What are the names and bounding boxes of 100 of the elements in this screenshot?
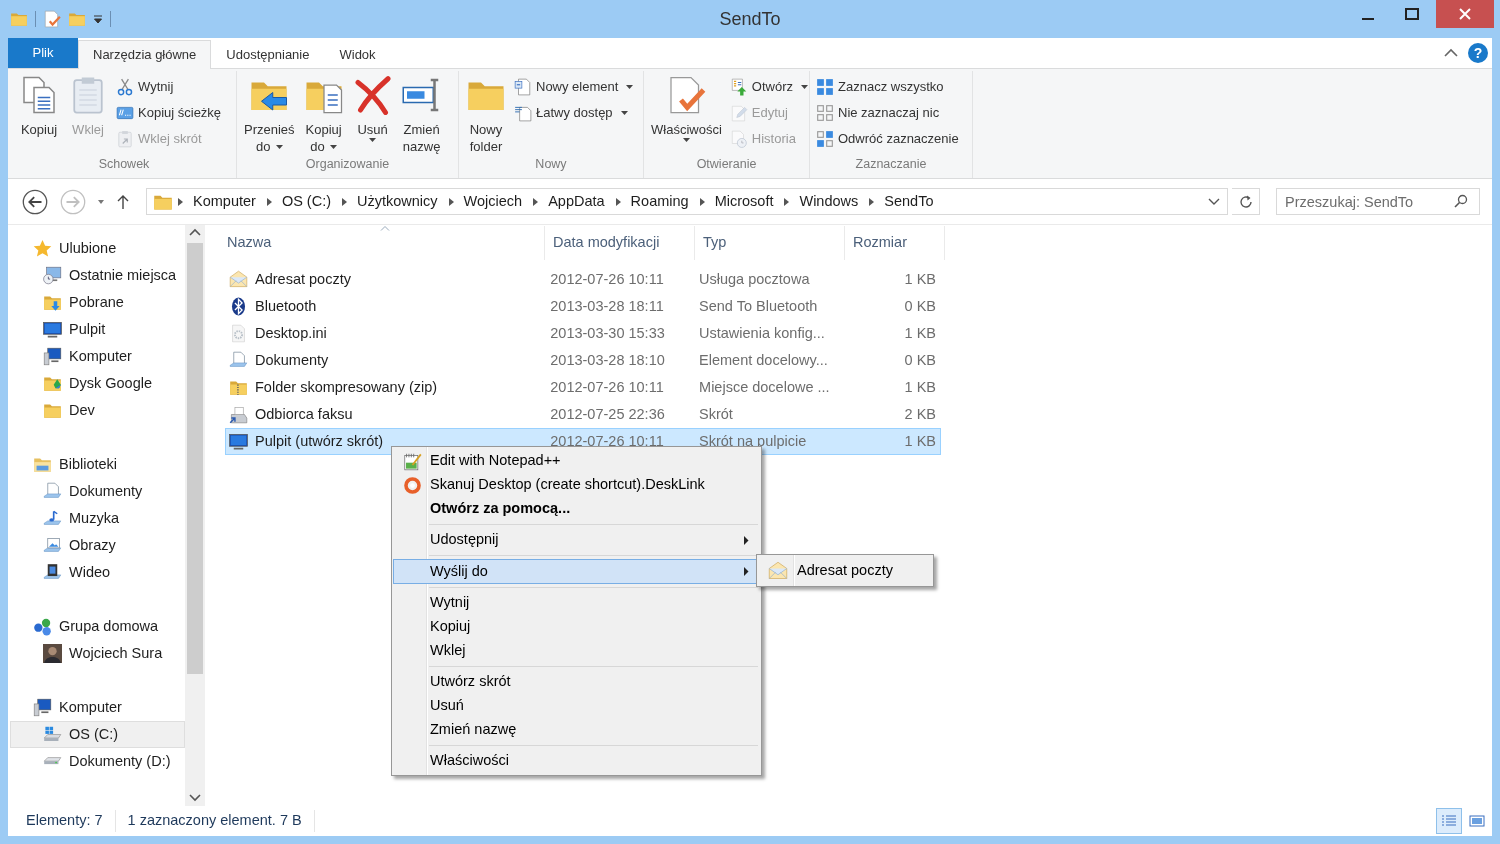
ribbon-button[interactable]: Kopiuj (15, 71, 63, 156)
ribbon-button[interactable]: Łatwy dostęp (511, 100, 637, 126)
cross-icon (352, 75, 393, 115)
menu-item[interactable]: Skanuj Desktop (create shortcut).DeskLink (393, 473, 760, 497)
document-icon (43, 482, 62, 501)
tree-item[interactable]: Dokumenty (D:) (10, 748, 185, 775)
menu-item[interactable]: Właściwości (393, 749, 760, 773)
menu-item[interactable]: Wytnij (393, 591, 760, 615)
ribbon-button[interactable]: Otwórz (726, 74, 811, 100)
tree-item[interactable]: OS (C:) (10, 721, 185, 748)
ribbon-button[interactable]: Kopiuj ścieżkę (113, 100, 225, 126)
tree-item[interactable]: Pulpit (10, 316, 185, 343)
chevron-up-icon[interactable] (1444, 48, 1458, 58)
date-cell: 2012-07-25 22:36 (550, 405, 665, 422)
caret-icon (275, 144, 283, 149)
column-header[interactable]: Nazwa (225, 226, 545, 260)
tree-item[interactable]: Dev (10, 397, 185, 424)
help-button[interactable]: ? (1468, 43, 1488, 63)
search-field[interactable]: Przeszukaj: SendTo (1276, 188, 1480, 215)
type-cell: Skrót (699, 405, 733, 422)
breadcrumb[interactable]: Wojciech (457, 190, 529, 213)
ribbon-tab[interactable]: Udostępnianie (211, 40, 325, 68)
breadcrumb[interactable]: SendTo (878, 190, 940, 213)
refresh-button[interactable] (1232, 188, 1260, 215)
drive-icon (43, 757, 62, 766)
breadcrumb[interactable]: Komputer (187, 190, 262, 213)
column-header[interactable]: Typ (695, 226, 845, 260)
tree-item[interactable]: Pobrane (10, 289, 185, 316)
ribbon-button[interactable]: Usuń (348, 71, 397, 156)
submenu-arrow-icon (743, 567, 749, 576)
ribbon-button[interactable]: Odwróć zaznaczenie (813, 126, 962, 152)
file-row[interactable]: Folder skompresowany (zip) 2012-07-26 10:11 Miejsce docelowe ... 1 KB (225, 374, 941, 401)
ribbon-button[interactable]: Nowy folder (462, 71, 510, 156)
column-header[interactable]: Rozmiar (845, 226, 945, 260)
chevron-down-icon[interactable] (1207, 196, 1221, 207)
tree-item[interactable]: Muzyka (10, 505, 185, 532)
ribbon-button[interactable]: Zaznacz wszystko (813, 74, 962, 100)
tree-item[interactable]: Ulubione (10, 235, 185, 262)
tree-item[interactable]: Komputer (10, 343, 185, 370)
close-button[interactable] (1436, 0, 1494, 28)
menu-item[interactable]: Udostępnij (393, 528, 760, 552)
type-cell: Element docelowy... (699, 351, 828, 368)
dropdown-icon[interactable] (93, 14, 103, 24)
user-avatar-icon (43, 644, 62, 663)
tree-item[interactable]: Wojciech Sura (10, 640, 185, 667)
group-label: Otwieranie (695, 156, 758, 174)
file-row[interactable]: Odbiorca faksu 2012-07-25 22:36 Skrót 2 KB (225, 401, 941, 428)
tree-item[interactable]: Wideo (10, 559, 185, 586)
breadcrumb[interactable]: AppData (542, 190, 611, 213)
path-icon (116, 104, 134, 122)
breadcrumb[interactable]: OS (C:) (275, 190, 337, 213)
menu-item[interactable]: Otwórz za pomocą... (393, 497, 760, 521)
tree-item[interactable]: Dokumenty (10, 478, 185, 505)
ribbon-button[interactable]: Kopiuj do (299, 71, 348, 156)
scissors-icon (116, 78, 134, 96)
breadcrumb[interactable]: Użytkownicy (351, 190, 444, 213)
tree-item[interactable]: Biblioteki (10, 451, 185, 478)
tree-item[interactable]: Obrazy (10, 532, 185, 559)
scrollbar-thumb[interactable] (187, 243, 203, 674)
file-row[interactable]: Adresat poczty 2012-07-26 10:11 Usługa pocztowa 1 KB (225, 266, 941, 293)
breadcrumb[interactable]: Windows (793, 190, 865, 213)
ribbon-button[interactable]: Przenieś do (240, 71, 299, 156)
ribbon-tab[interactable]: Widok (324, 40, 391, 68)
file-row[interactable]: Desktop.ini 2013-03-30 15:33 Ustawienia konfig... 1 KB (225, 320, 941, 347)
new-item-icon (514, 78, 532, 96)
ribbon-tab[interactable]: Narzędzia główne (78, 40, 212, 69)
menu-item[interactable]: Usuń (393, 694, 760, 718)
type-cell: Usługa pocztowa (699, 270, 810, 287)
size-cell: 1 KB (904, 324, 936, 341)
breadcrumb[interactable]: Roaming (624, 190, 695, 213)
maximize-icon (1405, 8, 1419, 20)
pencil-icon (729, 104, 748, 122)
ribbon-button[interactable]: Nie zaznaczaj nic (813, 100, 962, 126)
menu-item[interactable]: Wklej (393, 639, 760, 663)
document-check-icon[interactable] (43, 10, 61, 28)
file-tab[interactable]: Plik (8, 38, 78, 68)
document-lines-icon (514, 104, 532, 122)
menu-item[interactable]: Kopiuj (393, 615, 760, 639)
date-cell: 2012-07-26 10:11 (550, 270, 664, 287)
file-row[interactable]: Dokumenty 2013-03-28 18:10 Element docelowy... 0 KB (225, 347, 941, 374)
menu-item[interactable]: Adresat poczty (758, 558, 932, 583)
ribbon-button[interactable]: Nowy element (511, 74, 637, 100)
size-cell: 0 KB (904, 351, 936, 368)
ribbon-button[interactable]: Zmień nazwę (397, 71, 446, 156)
column-header[interactable]: Data modyfikacji (545, 226, 695, 260)
tree-item[interactable]: Grupa domowa (10, 613, 185, 640)
envelope-icon (768, 560, 788, 581)
film-icon (43, 563, 62, 582)
file-row[interactable]: Bluetooth 2013-03-28 18:11 Send To Bluetooth 0 KB (225, 293, 941, 320)
menu-item[interactable]: Zmień nazwę (393, 718, 760, 742)
tree-item[interactable]: Komputer (10, 694, 185, 721)
ribbon-button[interactable]: Właściwości (647, 71, 726, 156)
ribbon-button[interactable]: Wytnij (113, 74, 225, 100)
address-bar[interactable]: Komputer OS (C:) Użytkownicy Wojciech AppData Roaming Microsoft Windows SendTo (146, 188, 1228, 215)
tree-item[interactable]: Dysk Google (10, 370, 185, 397)
file-name: Folder skompresowany (zip) (255, 377, 438, 397)
tree-item[interactable]: Ostatnie miejsca (10, 262, 185, 289)
breadcrumb[interactable]: Microsoft (708, 190, 780, 213)
menu-item[interactable]: Utwórz skrót (393, 670, 760, 694)
monitor-clock-icon (43, 266, 62, 285)
